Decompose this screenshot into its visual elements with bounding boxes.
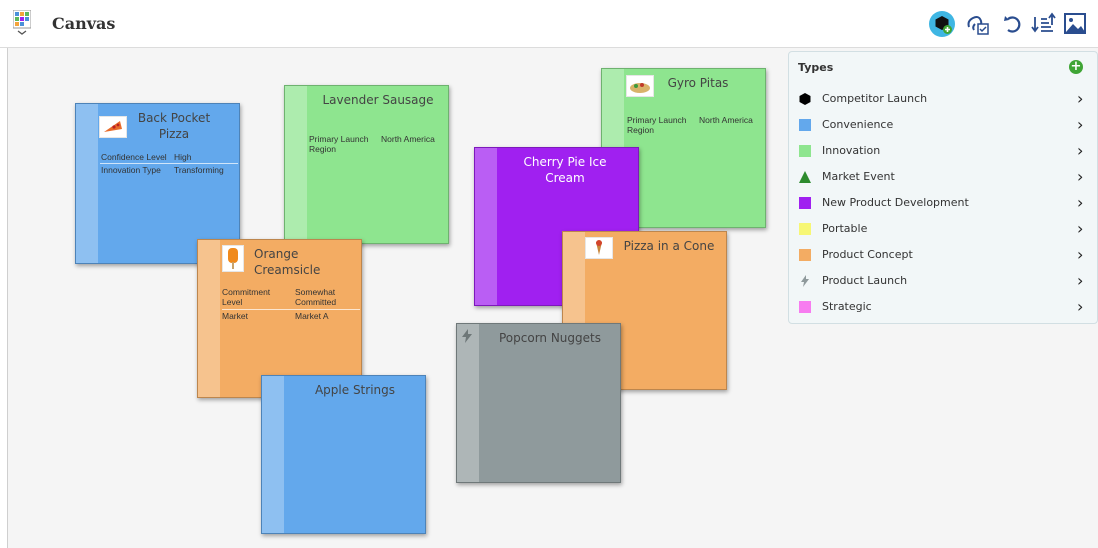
card-title: Lavender Sausage	[322, 93, 434, 107]
card-title: Apple Strings	[314, 383, 396, 397]
color-swatch	[799, 145, 811, 157]
gyro-food-icon	[626, 75, 654, 97]
type-label: Market Event	[822, 170, 895, 183]
card-apple-strings[interactable]: Apple Strings	[261, 375, 426, 534]
type-label: Product Concept	[822, 248, 913, 261]
export-image-icon[interactable]	[1063, 11, 1089, 37]
card-title: Back Pocket Pizza	[137, 111, 211, 141]
prop-label: Innovation Type	[101, 165, 161, 175]
types-title: Types	[798, 61, 834, 74]
chevron-right-icon[interactable]: ›	[1077, 115, 1083, 134]
add-shape-icon[interactable]	[929, 11, 955, 37]
type-item-market-event[interactable]: Market Event ›	[789, 165, 1097, 191]
prop-label: Commitment Level	[222, 287, 271, 307]
undo-icon[interactable]	[1000, 11, 1026, 37]
sort-order-icon[interactable]	[1030, 11, 1056, 37]
color-swatch	[799, 119, 811, 131]
lightning-icon	[462, 329, 472, 343]
prop-label: Market	[222, 311, 248, 321]
card-popcorn-nuggets[interactable]: Popcorn Nuggets	[456, 323, 621, 483]
card-title: Cherry Pie Ice Cream	[523, 155, 607, 185]
type-item-innovation[interactable]: Innovation ›	[789, 139, 1097, 165]
triangle-icon	[799, 171, 811, 183]
type-item-convenience[interactable]: Convenience ›	[789, 113, 1097, 139]
type-item-product-concept[interactable]: Product Concept ›	[789, 243, 1097, 269]
chevron-right-icon[interactable]: ›	[1077, 245, 1083, 264]
add-type-button[interactable]: +	[1069, 60, 1083, 74]
color-swatch	[799, 197, 811, 209]
type-item-new-product-development[interactable]: New Product Development ›	[789, 191, 1097, 217]
prop-label: Confidence Level	[101, 152, 167, 162]
type-label: Innovation	[822, 144, 881, 157]
card-title: Popcorn Nuggets	[498, 331, 601, 345]
type-item-strategic[interactable]: Strategic ›	[789, 295, 1097, 321]
chevron-right-icon[interactable]: ›	[1077, 219, 1083, 238]
color-swatch	[799, 249, 811, 261]
type-label: Strategic	[822, 300, 872, 313]
chevron-right-icon[interactable]: ›	[1077, 141, 1083, 160]
type-label: New Product Development	[822, 196, 969, 209]
type-label: Competitor Launch	[822, 92, 928, 105]
prop-value: Market A	[295, 311, 329, 321]
color-swatch	[799, 223, 811, 235]
prop-divider	[222, 309, 360, 310]
prop-divider	[100, 163, 238, 164]
prop-value: Somewhat Committed	[295, 287, 337, 307]
pizza-slice-icon	[99, 116, 127, 138]
types-panel: Types + Competitor Launch › Convenience …	[788, 51, 1098, 324]
card-title: Orange Creamsicle	[254, 247, 321, 277]
type-item-portable[interactable]: Portable ›	[789, 217, 1097, 243]
type-label: Product Launch	[822, 274, 908, 287]
hexagon-icon	[799, 93, 811, 105]
prop-label: Primary Launch Region	[627, 115, 687, 135]
prop-value: Transforming	[174, 165, 224, 175]
card-lavender-sausage[interactable]: Lavender Sausage Primary Launch Region N…	[284, 85, 449, 244]
prop-value: High	[174, 152, 192, 162]
type-item-competitor-launch[interactable]: Competitor Launch ›	[789, 87, 1097, 113]
pizza-cone-icon	[585, 237, 613, 259]
chevron-right-icon[interactable]: ›	[1077, 89, 1083, 108]
type-label: Portable	[822, 222, 868, 235]
prop-value: North America	[381, 134, 435, 144]
lightning-icon	[801, 275, 809, 287]
chevron-right-icon[interactable]: ›	[1077, 297, 1083, 316]
app-grid-icon[interactable]	[13, 10, 31, 36]
color-swatch	[799, 301, 811, 313]
chevron-right-icon[interactable]: ›	[1077, 193, 1083, 212]
type-item-product-launch[interactable]: Product Launch ›	[789, 269, 1097, 295]
link-check-icon[interactable]	[965, 11, 991, 37]
card-title: Pizza in a Cone	[623, 239, 715, 253]
card-title: Gyro Pitas	[667, 76, 729, 90]
canvas-header: Canvas	[0, 0, 1098, 48]
prop-label: Primary Launch Region	[309, 134, 369, 154]
prop-value: North America	[699, 115, 753, 125]
chevron-right-icon[interactable]: ›	[1077, 167, 1083, 186]
popsicle-icon	[222, 245, 244, 272]
chevron-right-icon[interactable]: ›	[1077, 271, 1083, 290]
type-label: Convenience	[822, 118, 894, 131]
page-title: Canvas	[52, 14, 116, 33]
